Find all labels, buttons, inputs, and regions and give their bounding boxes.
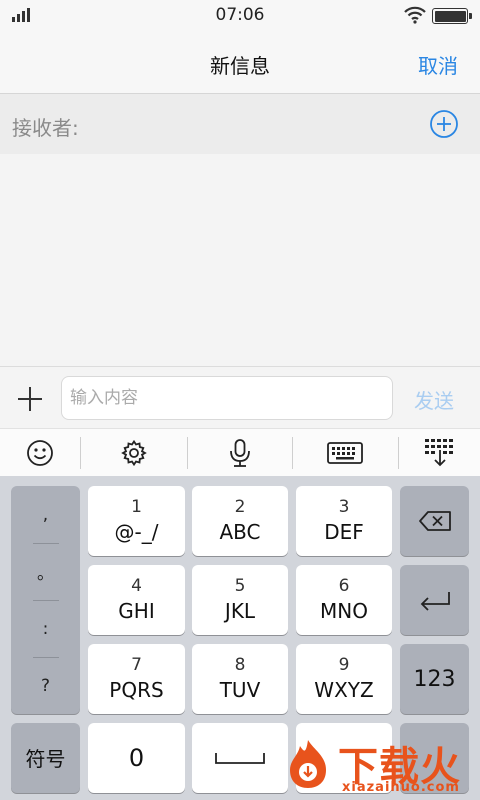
keyboard-toolbar [0,428,480,476]
language-key[interactable] [400,723,469,793]
recipient-input[interactable] [100,104,400,144]
punct-key-colon[interactable]: : [11,600,80,657]
keyboard-switch-button[interactable] [305,429,385,477]
attach-plus-icon[interactable] [18,387,42,411]
key-6[interactable]: 6 MNO [296,565,392,635]
key-0[interactable]: 0 [88,723,185,793]
battery-icon [432,8,472,24]
status-bar: 07:06 [0,0,480,30]
send-button[interactable]: 发送 [414,385,454,414]
page-title: 新信息 [210,54,270,78]
punct-key-comma[interactable]: , [11,486,80,543]
keyboard-icon [327,442,363,464]
chinese-english-key[interactable] [296,723,392,793]
microphone-icon [230,439,250,467]
gear-icon [121,439,147,467]
key-5[interactable]: 5 JKL [192,565,288,635]
backspace-icon [418,511,451,531]
numbers-mode-key[interactable]: 123 [400,644,469,714]
keyboard-hide-icon [425,439,453,467]
key-8[interactable]: 8 TUV [192,644,288,714]
space-key[interactable] [192,723,288,793]
toolbar-divider [292,437,293,469]
compose-bar: 发送 [0,366,480,428]
toolbar-divider [398,437,399,469]
toolbar-divider [80,437,81,469]
key-9[interactable]: 9 WXYZ [296,644,392,714]
emoji-button[interactable] [0,429,80,477]
message-input[interactable] [61,376,393,420]
add-contact-icon[interactable] [429,109,459,139]
enter-icon [420,592,450,611]
key-1[interactable]: 1 @-_/ [88,486,185,556]
space-icon [215,753,265,764]
punct-key-period[interactable]: 。 [11,543,80,600]
backspace-key[interactable] [400,486,469,556]
key-7[interactable]: 7 PQRS [88,644,185,714]
toolbar-divider [187,437,188,469]
keyboard: , 。 : ? 1 @-_/ 2 ABC 3 DEF 4 GHI 5 JKL 6… [0,476,480,800]
keyboard-settings-button[interactable] [94,429,174,477]
key-2[interactable]: 2 ABC [192,486,288,556]
cancel-button[interactable]: 取消 [418,50,458,79]
message-thread-area [0,154,480,366]
wifi-icon [404,6,426,24]
punct-key-question[interactable]: ? [11,657,80,714]
recipient-row: 接收者: [0,94,480,154]
emoji-icon [27,440,53,466]
key-4[interactable]: 4 GHI [88,565,185,635]
symbols-key[interactable]: 符号 [11,723,80,793]
key-3[interactable]: 3 DEF [296,486,392,556]
punctuation-column: , 。 : ? [11,486,80,714]
hide-keyboard-button[interactable] [400,429,480,477]
nav-bar: 新信息 取消 [0,30,480,94]
enter-key[interactable] [400,565,469,635]
recipient-label: 接收者: [12,116,79,140]
voice-input-button[interactable] [200,429,280,477]
